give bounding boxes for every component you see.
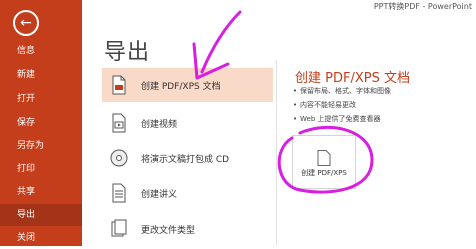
pane-divider (276, 60, 277, 246)
sidebar-item-share[interactable]: 共享 (0, 181, 82, 203)
create-button-label: 创建 PDF/XPS (301, 169, 347, 177)
option-label: 创建视频 (141, 119, 178, 130)
file-type-icon (110, 219, 128, 239)
create-pdf-xps-button[interactable]: 创建 PDF/XPS (292, 135, 356, 189)
option-create-handouts[interactable]: 创建讲义 (102, 176, 273, 210)
option-change-file-type[interactable]: 更改文件类型 (102, 212, 273, 246)
handout-icon (110, 183, 128, 203)
detail-bullet: 保留布局、格式、字体和图像 (293, 86, 391, 96)
sidebar-item-save-as[interactable]: 另存为 (0, 135, 82, 157)
sidebar-item-print[interactable]: 打印 (0, 158, 82, 180)
pdf-document-icon (110, 75, 128, 95)
cd-icon (110, 148, 128, 168)
option-create-pdf-xps[interactable]: 创建 PDF/XPS 文档 (102, 68, 273, 102)
sidebar-item-export[interactable]: 导出 (0, 204, 82, 226)
page-title: 导出 (104, 40, 151, 65)
document-icon (317, 150, 331, 166)
detail-bullet: 内容不能轻易更改 (293, 100, 356, 110)
video-icon (110, 113, 128, 133)
option-create-video[interactable]: 创建视频 (102, 106, 273, 140)
backstage-sidebar: ← 信息 新建 打开 保存 另存为 打印 共享 导出 关闭 (0, 0, 82, 246)
sidebar-item-save[interactable]: 保存 (0, 112, 82, 134)
window-title: PPT转换PDF - PowerPoint (373, 2, 472, 11)
option-label: 更改文件类型 (141, 225, 196, 236)
option-label: 创建 PDF/XPS 文档 (141, 81, 221, 92)
detail-bullet: Web 上提供了免费查看器 (293, 114, 380, 124)
option-label: 创建讲义 (141, 189, 178, 200)
option-label: 将演示文稿打包成 CD (141, 154, 230, 165)
sidebar-item-open[interactable]: 打开 (0, 88, 82, 110)
detail-title: 创建 PDF/XPS 文档 (295, 71, 410, 86)
annotation-arrow (200, 10, 242, 74)
option-package-cd[interactable]: 将演示文稿打包成 CD (102, 141, 273, 175)
sidebar-item-new[interactable]: 新建 (0, 64, 82, 86)
sidebar-item-info[interactable]: 信息 (0, 40, 82, 62)
back-arrow-icon[interactable]: ← (13, 10, 39, 36)
